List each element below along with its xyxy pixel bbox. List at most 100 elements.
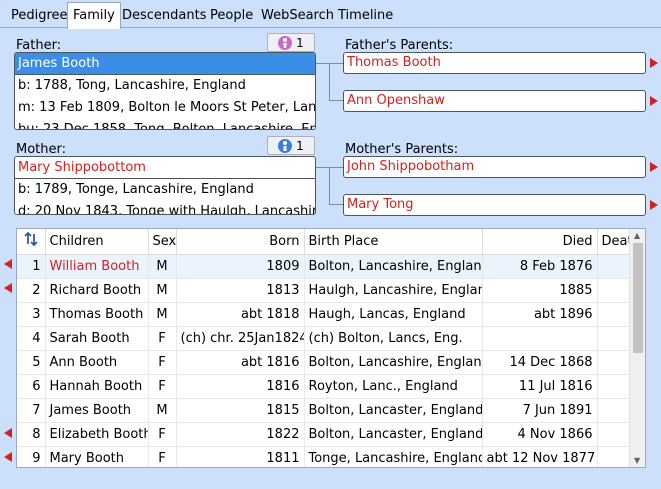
child-born: 1809 xyxy=(176,254,305,279)
table-row[interactable]: 3 Thomas Booth Mabt 1818 Haugh, Lancas, Eng… xyxy=(17,302,645,327)
scroll-down-icon[interactable]: ▼ xyxy=(634,456,640,465)
column-header-died[interactable]: Died xyxy=(482,229,598,255)
female-icon xyxy=(278,35,293,50)
child-died: 14 Dec 1868 xyxy=(482,350,598,375)
arrow-right-icon[interactable] xyxy=(650,200,658,210)
father-badge-count: 1 xyxy=(296,35,304,50)
row-number: 4 xyxy=(17,326,46,351)
connector xyxy=(316,63,329,64)
mother-spouse-badge[interactable]: 1 xyxy=(267,136,315,155)
child-born: 1816 xyxy=(176,374,305,399)
connector xyxy=(329,167,343,205)
vertical-scrollbar[interactable]: ▲ ▼ xyxy=(629,229,645,467)
mother-badge-count: 1 xyxy=(296,138,304,153)
table-row[interactable]: 8 Elizabeth Booth F 1822 Bolton, Lancaster, … xyxy=(17,422,645,447)
child-birth-place: Bolton, Lancaster, England xyxy=(304,398,483,423)
child-birth-place: (ch) Bolton, Lancs, Eng. xyxy=(304,326,483,351)
child-birth-place: Bolton, Lancaster, England xyxy=(304,422,483,447)
row-number: 7 xyxy=(17,398,46,423)
arrow-right-icon[interactable] xyxy=(650,162,658,172)
arrow-left-icon[interactable] xyxy=(4,428,12,438)
child-name: William Booth xyxy=(45,254,149,279)
mother-box[interactable]: Mary Shippobottom b: 1789, Tonge, Lancas… xyxy=(14,156,316,215)
child-sex: F xyxy=(148,422,177,447)
child-birth-place: Haulgh, Lancashire, England xyxy=(304,278,483,303)
child-name: Richard Booth xyxy=(45,278,149,303)
fathers-parents-label: Father's Parents: xyxy=(345,38,454,53)
children-table: Children Sex Born Birth Place Died Deat … xyxy=(17,229,645,467)
mothers-mother-box[interactable]: Mary Tong xyxy=(343,194,646,216)
child-died: 8 Feb 1876 xyxy=(482,254,598,279)
arrow-right-icon[interactable] xyxy=(650,58,658,68)
column-header-born[interactable]: Born xyxy=(176,229,305,255)
column-header-children[interactable]: Children xyxy=(45,229,149,255)
arrow-left-icon[interactable] xyxy=(4,259,12,269)
child-born: abt 1816 xyxy=(176,350,305,375)
connector xyxy=(329,63,343,101)
child-sex: F xyxy=(148,350,177,375)
table-row[interactable]: 1 William Booth M 1809 Bolton, Lancashire, E… xyxy=(17,254,645,279)
father-fact: m: 13 Feb 1809, Bolton le Moors St Peter… xyxy=(18,100,315,115)
tab-descendants[interactable]: Descendants xyxy=(117,5,212,28)
child-born: 1822 xyxy=(176,422,305,447)
child-died: abt 1896 xyxy=(482,302,598,327)
child-name: Mary Booth xyxy=(45,446,149,467)
child-birth-place: Tonge, Lancashire, England xyxy=(304,446,483,467)
child-birth-place: Royton, Lanc., England xyxy=(304,374,483,399)
table-row[interactable]: 6 Hannah Booth F 1816 Royton, Lanc., England… xyxy=(17,374,645,399)
child-birth-place: Haugh, Lancas, England xyxy=(304,302,483,327)
scroll-up-icon[interactable]: ▲ xyxy=(634,231,640,240)
mothers-father-box[interactable]: John Shippobotham xyxy=(343,156,646,178)
mother-fact: b: 1789, Tonge, Lancashire, England xyxy=(18,182,254,197)
child-name: Thomas Booth xyxy=(45,302,149,327)
child-died: 11 Jul 1816 xyxy=(482,374,598,399)
child-sex: F xyxy=(148,446,177,467)
child-sex: M xyxy=(148,398,177,423)
child-birth-place: Bolton, Lancashire, England xyxy=(304,350,483,375)
row-number: 6 xyxy=(17,374,46,399)
table-row[interactable]: 5 Ann Booth Fabt 1816 Bolton, Lancashire, E… xyxy=(17,350,645,375)
mother-name[interactable]: Mary Shippobottom xyxy=(15,157,315,179)
father-spouse-badge[interactable]: 1 xyxy=(267,33,315,52)
column-header-birth-place[interactable]: Birth Place xyxy=(304,229,483,255)
child-died: 7 Jun 1891 xyxy=(482,398,598,423)
row-number: 8 xyxy=(17,422,46,447)
child-sex: M xyxy=(148,278,177,303)
child-name: James Booth xyxy=(45,398,149,423)
table-row[interactable]: 7 James Booth M 1815 Bolton, Lancaster, Engl… xyxy=(17,398,645,423)
father-box[interactable]: James Booth b: 1788, Tong, Lancashire, E… xyxy=(14,52,316,130)
child-born: (ch) chr. 25Jan1824 xyxy=(176,326,305,351)
mother-fact: d: 20 Nov 1843, Tonge with Haulgh, Lanca… xyxy=(18,204,315,215)
table-row[interactable]: 4 Sarah Booth F (ch) chr. 25Jan1824 (ch) Bol… xyxy=(17,326,645,351)
arrow-right-icon[interactable] xyxy=(650,96,658,106)
sort-arrows-icon[interactable] xyxy=(24,231,38,247)
row-number: 2 xyxy=(17,278,46,303)
table-row[interactable]: 9 Mary Booth F 1811 Tonge, Lancashire, Engla… xyxy=(17,446,645,467)
row-number: 3 xyxy=(17,302,46,327)
children-grid[interactable]: Children Sex Born Birth Place Died Deat … xyxy=(16,228,646,468)
fathers-mother-box[interactable]: Ann Openshaw xyxy=(343,90,646,112)
tab-websearch[interactable]: WebSearch xyxy=(256,5,339,28)
tab-pedigree[interactable]: Pedigree xyxy=(6,5,73,28)
arrow-left-icon[interactable] xyxy=(4,283,12,293)
arrow-left-icon[interactable] xyxy=(4,452,12,462)
scroll-thumb[interactable] xyxy=(633,243,643,353)
tab-people[interactable]: People xyxy=(205,5,258,28)
sort-column-header[interactable] xyxy=(17,229,46,255)
tab-timeline[interactable]: Timeline xyxy=(333,5,398,28)
child-died: 4 Nov 1866 xyxy=(482,422,598,447)
father-name[interactable]: James Booth xyxy=(15,53,315,75)
child-sex: M xyxy=(148,302,177,327)
child-name: Sarah Booth xyxy=(45,326,149,351)
tab-bar: Pedigree Family Descendants People WebSe… xyxy=(0,0,661,29)
fathers-father-box[interactable]: Thomas Booth xyxy=(343,52,646,74)
column-header-sex[interactable]: Sex xyxy=(148,229,177,255)
row-number: 5 xyxy=(17,350,46,375)
child-born: 1815 xyxy=(176,398,305,423)
male-icon xyxy=(278,138,293,153)
table-row[interactable]: 2 Richard Booth M 1813 Haulgh, Lancashire, E… xyxy=(17,278,645,303)
child-died: 1885 xyxy=(482,278,598,303)
child-birth-place: Bolton, Lancashire, England xyxy=(304,254,483,279)
child-sex: F xyxy=(148,326,177,351)
tab-family[interactable]: Family xyxy=(67,2,121,29)
